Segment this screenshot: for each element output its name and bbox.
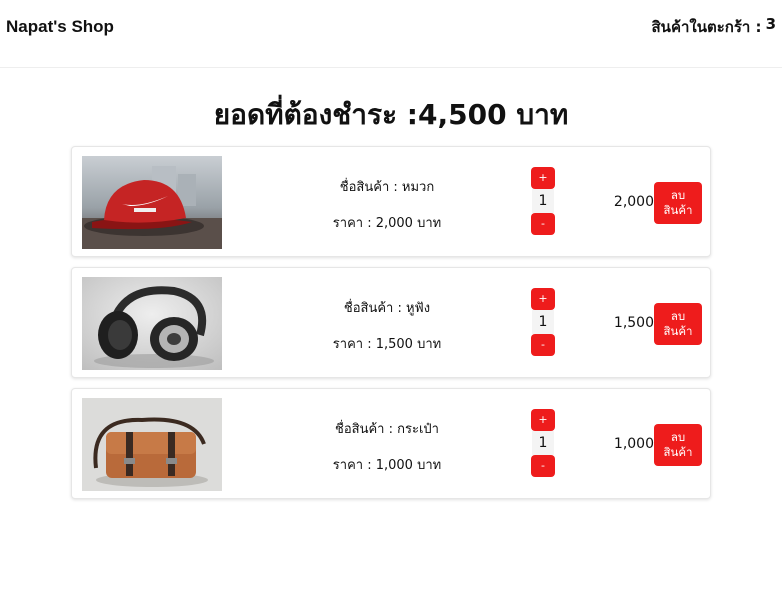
- item-info: ชื่อสินค้า : หมวก ราคา : 2,000 บาท: [272, 147, 502, 256]
- cart-item: ชื่อสินค้า : กระเป๋า ราคา : 1,000 บาท + …: [71, 388, 711, 499]
- item-info: ชื่อสินค้า : กระเป๋า ราคา : 1,000 บาท: [272, 389, 502, 498]
- cart-item: ชื่อสินค้า : หูฟัง ราคา : 1,500 บาท + 1 …: [71, 267, 711, 378]
- cart-count-label: สินค้าในตะกร้า :: [651, 17, 762, 36]
- brand-logo[interactable]: Napat's Shop: [6, 17, 114, 37]
- quantity-stepper: + 1 -: [530, 288, 556, 356]
- increase-quantity-button[interactable]: +: [531, 167, 555, 189]
- red-cap-image: [82, 156, 222, 249]
- quantity-stepper: + 1 -: [530, 409, 556, 477]
- quantity-stepper: + 1 -: [530, 167, 556, 235]
- headphones-image: [82, 277, 222, 370]
- cart-list: ชื่อสินค้า : หมวก ราคา : 2,000 บาท + 1 -…: [0, 146, 782, 499]
- item-subtotal: 2,000: [613, 193, 654, 210]
- quantity-value: 1: [532, 431, 554, 455]
- cart-count[interactable]: สินค้าในตะกร้า : 3: [652, 15, 776, 39]
- item-name: ชื่อสินค้า : กระเป๋า: [335, 422, 439, 437]
- increase-quantity-button[interactable]: +: [531, 409, 555, 431]
- increase-quantity-button[interactable]: +: [531, 288, 555, 310]
- item-name: ชื่อสินค้า : หูฟัง: [343, 301, 431, 316]
- remove-item-button[interactable]: ลบสินค้า: [654, 424, 702, 466]
- item-price: ราคา : 2,000 บาท: [332, 216, 442, 231]
- navbar: Napat's Shop สินค้าในตะกร้า : 3: [0, 0, 782, 68]
- item-subtotal: 1,500: [613, 314, 654, 331]
- item-info: ชื่อสินค้า : หูฟัง ราคา : 1,500 บาท: [272, 268, 502, 377]
- item-subtotal: 1,000: [613, 435, 654, 452]
- decrease-quantity-button[interactable]: -: [531, 455, 555, 477]
- decrease-quantity-button[interactable]: -: [531, 334, 555, 356]
- leather-bag-image: [82, 398, 222, 491]
- decrease-quantity-button[interactable]: -: [531, 213, 555, 235]
- item-price: ราคา : 1,000 บาท: [332, 458, 442, 473]
- remove-item-button[interactable]: ลบสินค้า: [654, 303, 702, 345]
- item-name: ชื่อสินค้า : หมวก: [339, 180, 435, 195]
- remove-item-button[interactable]: ลบสินค้า: [654, 182, 702, 224]
- item-price: ราคา : 1,500 บาท: [332, 337, 442, 352]
- quantity-value: 1: [532, 310, 554, 334]
- total-amount: ยอดที่ต้องชำระ :4,500 บาท: [213, 98, 569, 131]
- cart-count-value: 3: [765, 14, 776, 33]
- cart-item: ชื่อสินค้า : หมวก ราคา : 2,000 บาท + 1 -…: [71, 146, 711, 257]
- quantity-value: 1: [532, 189, 554, 213]
